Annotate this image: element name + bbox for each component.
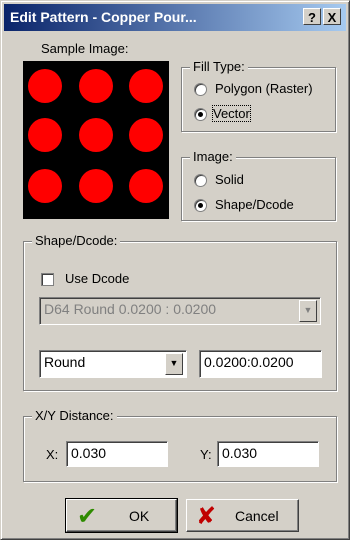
cancel-button[interactable]: ✘ Cancel	[186, 499, 299, 532]
size-input-value: 0.0200:0.0200	[204, 354, 294, 370]
x-distance-value: 0.030	[71, 445, 107, 461]
cancel-label: Cancel	[235, 508, 279, 524]
window-title: Edit Pattern - Copper Pour...	[10, 9, 197, 25]
y-distance-input[interactable]: 0.030	[217, 441, 319, 467]
sample-image-label: Sample Image:	[41, 41, 129, 56]
xy-distance-title: X/Y Distance:	[32, 408, 117, 423]
x-distance-input[interactable]: 0.030	[66, 441, 168, 467]
check-icon: ✔	[77, 503, 98, 530]
y-distance-value: 0.030	[222, 445, 258, 461]
dcode-select[interactable]: D64 Round 0.0200 : 0.0200	[39, 297, 321, 325]
pattern-dot	[28, 69, 62, 103]
pattern-dot	[129, 69, 163, 103]
shape-dropdown-button[interactable]: ▼	[165, 353, 183, 375]
pattern-dot	[28, 169, 62, 203]
fill-type-title: Fill Type:	[190, 59, 248, 74]
fill-type-group: Fill Type:	[181, 59, 336, 132]
image-title: Image:	[190, 149, 236, 164]
pattern-dot	[79, 118, 113, 152]
polygon-raster-radio[interactable]	[194, 83, 207, 96]
pattern-dot	[79, 169, 113, 203]
use-dcode-label[interactable]: Use Dcode	[65, 271, 129, 286]
pattern-dot	[28, 118, 62, 152]
sample-image-preview	[23, 61, 169, 219]
shape-dcode-title: Shape/Dcode:	[32, 233, 121, 248]
polygon-raster-label[interactable]: Polygon (Raster)	[215, 81, 313, 96]
shape-select-value: Round	[44, 354, 86, 370]
x-icon: ✘	[196, 503, 217, 530]
y-label: Y:	[200, 447, 212, 462]
dcode-select-value: D64 Round 0.0200 : 0.0200	[44, 301, 217, 317]
dcode-dropdown-button[interactable]: ▼	[299, 300, 317, 322]
ok-button[interactable]: ✔ OK	[65, 498, 178, 533]
vector-radio[interactable]	[194, 108, 207, 121]
solid-radio[interactable]	[194, 174, 207, 187]
ok-label: OK	[129, 508, 150, 524]
use-dcode-checkbox[interactable]	[41, 273, 54, 286]
help-button[interactable]: ?	[303, 8, 321, 25]
vector-label[interactable]: Vector	[212, 105, 251, 122]
pattern-dot	[79, 69, 113, 103]
edit-pattern-dialog: Edit Pattern - Copper Pour... ? X Sample…	[0, 0, 350, 540]
x-label: X:	[46, 447, 59, 462]
pattern-dot	[129, 169, 163, 203]
shape-dcode-label[interactable]: Shape/Dcode	[215, 197, 294, 212]
pattern-dot	[129, 118, 163, 152]
solid-label[interactable]: Solid	[215, 172, 244, 187]
size-input[interactable]: 0.0200:0.0200	[199, 350, 322, 378]
title-bar[interactable]: Edit Pattern - Copper Pour... ? X	[4, 4, 346, 31]
close-button[interactable]: X	[323, 8, 341, 25]
shape-dcode-radio[interactable]	[194, 199, 207, 212]
